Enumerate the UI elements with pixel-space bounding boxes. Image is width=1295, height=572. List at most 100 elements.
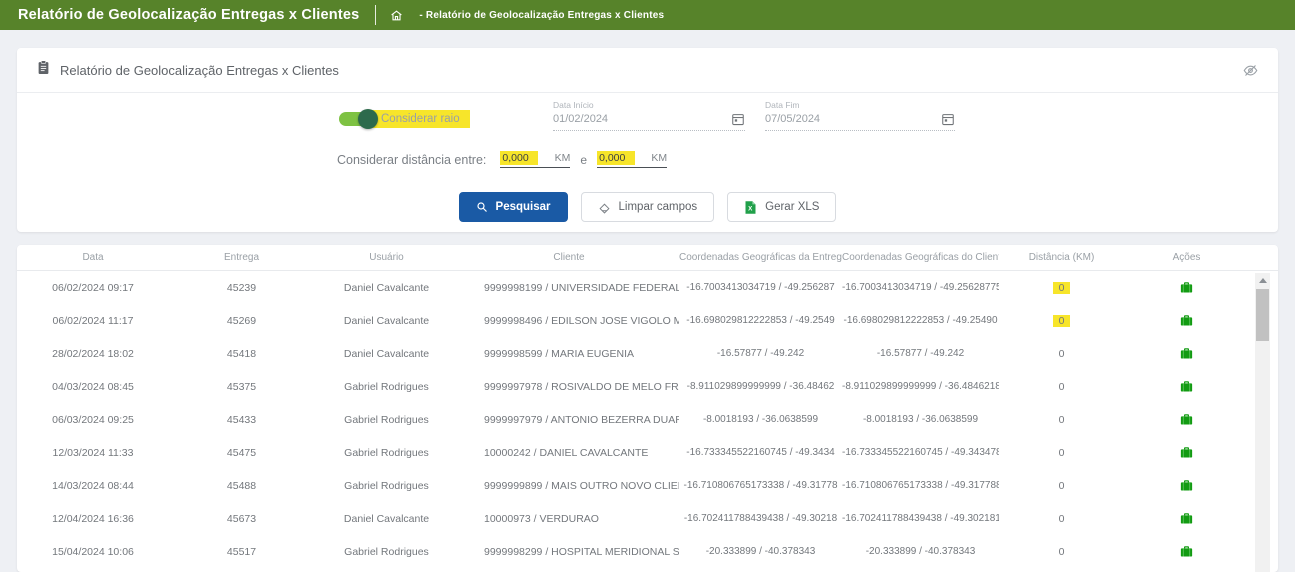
distance-conjunction: e [580,153,587,167]
cell-coord-client: -16.710806765173338 / -49.317788 [842,480,999,491]
cell-date: 12/04/2024 16:36 [17,513,169,525]
distance-value: 0 [1053,546,1071,558]
briefcase-icon[interactable] [1179,478,1194,493]
cell-client: 9999997978 / ROSIVALDO DE MELO FRANCO [459,381,679,393]
cell-coord-delivery: -16.7003413034719 / -49.256287 [679,282,842,293]
cell-client: 9999998299 / HOSPITAL MERIDIONAL S.A [459,546,679,558]
date-end-field: Data Fim [765,100,955,131]
search-button[interactable]: Pesquisar [459,192,568,222]
cell-delivery: 45475 [169,447,314,459]
vertical-scrollbar[interactable] [1255,273,1270,572]
table-row: 12/04/2024 16:36 45673 Daniel Cavalcante… [17,502,1278,535]
table-row: 12/03/2024 11:33 45475 Gabriel Rodrigues… [17,436,1278,469]
cell-coord-client: -16.7003413034719 / -49.25628775 [842,282,999,293]
cell-coord-client: -16.698029812222853 / -49.25490 [842,315,999,326]
eraser-icon [598,201,611,214]
cell-distance: 0 [999,348,1124,360]
distance-filter-row: Considerar distância entre: KM e KM [337,151,673,168]
col-header-cliente: Cliente [459,252,679,263]
clipboard-icon [37,60,50,80]
cell-client: 9999998199 / UNIVERSIDADE FEDERAL DO RIO… [459,282,679,294]
col-header-distancia: Distância (KM) [999,252,1124,263]
table-row: 14/03/2024 08:44 45488 Gabriel Rodrigues… [17,469,1278,502]
cell-date: 06/03/2024 09:25 [17,414,169,426]
distance-value: 0 [1053,447,1071,459]
filter-card-title: Relatório de Geolocalização Entregas x C… [60,63,339,78]
cell-coord-delivery: -8.0018193 / -36.0638599 [679,414,842,425]
cell-date: 12/03/2024 11:33 [17,447,169,459]
cell-distance: 0 [999,513,1124,525]
cell-date: 06/02/2024 11:17 [17,315,169,327]
cell-coord-client: -16.702411788439438 / -49.302181 [842,513,999,524]
cell-coord-delivery: -16.702411788439438 / -49.30218 [679,513,842,524]
considerar-raio-label: Considerar raio [369,110,470,128]
cell-user: Daniel Cavalcante [314,348,459,360]
cell-date: 15/04/2024 10:06 [17,546,169,558]
distance-value: 0 [1053,315,1071,327]
cell-coord-client: -8.911029899999999 / -36.4846218 [842,381,999,392]
clear-fields-button[interactable]: Limpar campos [581,192,715,222]
generate-xls-button[interactable]: X Gerar XLS [727,192,836,222]
cell-delivery: 45517 [169,546,314,558]
distance-min-input[interactable] [500,151,538,165]
cell-user: Daniel Cavalcante [314,282,459,294]
cell-distance: 0 [999,414,1124,426]
cell-delivery: 45239 [169,282,314,294]
cell-coord-delivery: -16.698029812222853 / -49.2549 [679,315,842,326]
distance-min-unit: KM [555,152,571,164]
home-icon[interactable] [390,9,403,22]
breadcrumb: - Relatório de Geolocalização Entregas x… [419,10,664,21]
calendar-icon[interactable] [731,112,745,126]
col-header-entrega: Entrega [169,252,314,263]
distance-max-unit: KM [651,152,667,164]
cell-distance: 0 [999,315,1124,327]
considerar-raio-toggle[interactable] [339,112,375,126]
briefcase-icon[interactable] [1179,313,1194,328]
distance-max-field: KM [597,151,667,168]
table-row: 06/02/2024 11:17 45269 Daniel Cavalcante… [17,304,1278,337]
briefcase-icon[interactable] [1179,511,1194,526]
cell-distance: 0 [999,282,1124,294]
date-end-input[interactable] [765,113,935,125]
topbar-divider [375,5,376,25]
distance-value: 0 [1053,282,1071,294]
cell-coord-delivery: -20.333899 / -40.378343 [679,546,842,557]
briefcase-icon[interactable] [1179,412,1194,427]
distance-min-field: KM [500,151,570,168]
filter-card: Relatório de Geolocalização Entregas x C… [17,48,1278,232]
scrollbar-up-arrow-icon[interactable] [1255,273,1270,287]
table-header-row: Data Entrega Usuário Cliente Coordenadas… [17,245,1278,271]
briefcase-icon[interactable] [1179,379,1194,394]
cell-delivery: 45488 [169,480,314,492]
date-start-input[interactable] [553,113,725,125]
cell-date: 14/03/2024 08:44 [17,480,169,492]
cell-coord-client: -16.733345522160745 / -49.343478 [842,447,999,458]
eye-off-icon[interactable] [1243,63,1258,78]
scrollbar-thumb[interactable] [1256,289,1269,341]
distance-max-input[interactable] [597,151,635,165]
cell-user: Daniel Cavalcante [314,315,459,327]
briefcase-icon[interactable] [1179,280,1194,295]
cell-client: 9999999899 / MAIS OUTRO NOVO CLIENTE [459,480,679,492]
cell-distance: 0 [999,381,1124,393]
cell-date: 04/03/2024 08:45 [17,381,169,393]
cell-coord-client: -16.57877 / -49.242 [842,348,999,359]
distance-value: 0 [1053,348,1071,360]
briefcase-icon[interactable] [1179,445,1194,460]
table-row: 06/02/2024 09:17 45239 Daniel Cavalcante… [17,271,1278,304]
cell-user: Gabriel Rodrigues [314,447,459,459]
topbar: Relatório de Geolocalização Entregas x C… [0,0,1295,30]
briefcase-icon[interactable] [1179,346,1194,361]
col-header-data: Data [17,252,169,263]
toggle-knob [358,109,378,129]
calendar-icon[interactable] [941,112,955,126]
table-row: 15/04/2024 10:06 45517 Gabriel Rodrigues… [17,535,1278,568]
cell-delivery: 45433 [169,414,314,426]
distance-value: 0 [1053,480,1071,492]
clear-fields-button-label: Limpar campos [619,201,698,213]
col-header-usuario: Usuário [314,252,459,263]
generate-xls-button-label: Gerar XLS [765,201,819,213]
table-body: 06/02/2024 09:17 45239 Daniel Cavalcante… [17,271,1278,568]
briefcase-icon[interactable] [1179,544,1194,559]
table-row: 04/03/2024 08:45 45375 Gabriel Rodrigues… [17,370,1278,403]
